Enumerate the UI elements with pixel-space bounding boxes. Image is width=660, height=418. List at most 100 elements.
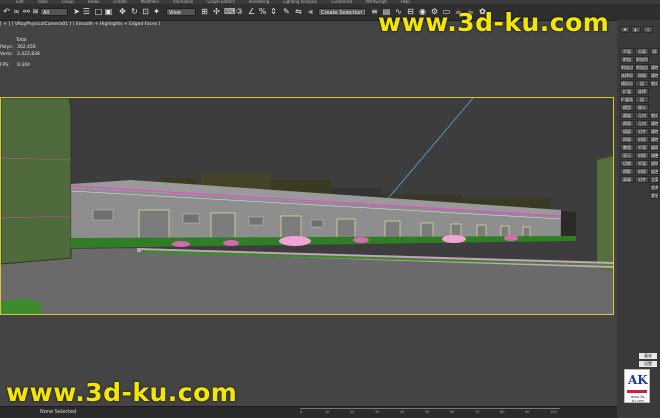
unit-dropdown[interactable]: 毫米 — [639, 353, 657, 359]
ruler-tick-label: 30 — [375, 410, 380, 414]
command-button[interactable]: 附加边 — [635, 64, 649, 71]
command-button[interactable]: 属性 — [650, 128, 659, 135]
named-selection-set-dropdown[interactable]: Create Selection Set — [318, 8, 366, 16]
viewport-label[interactable]: [ + ] [ VRayPhysicalCamera01 ] [ Smooth … — [0, 22, 160, 27]
edit-named-selection-icon[interactable]: ✎ — [282, 7, 291, 16]
command-button[interactable]: 高级 — [620, 176, 634, 183]
link-icon[interactable]: ∞ — [12, 7, 21, 16]
undo-icon[interactable]: ↶ — [2, 7, 11, 16]
reference-coord-dropdown[interactable]: View — [166, 8, 196, 16]
warehouse-door — [476, 224, 487, 238]
unlink-icon[interactable]: ⚯ — [22, 7, 31, 16]
command-button[interactable]: 网格 — [635, 72, 649, 79]
keyboard-shortcut-icon[interactable]: ⌨ — [224, 7, 236, 16]
command-button[interactable]: 平面 — [620, 48, 634, 55]
bind-spacewarp-icon[interactable]: ≋ — [31, 7, 40, 16]
manipulate-icon[interactable]: ✣ — [212, 7, 221, 16]
command-button[interactable]: 显示 — [620, 152, 634, 159]
command-button[interactable]: 倒角 — [620, 120, 634, 127]
polys-value: 302,456 — [17, 45, 36, 50]
warehouse-window — [92, 209, 114, 221]
command-button[interactable]: 其它 — [650, 192, 659, 199]
command-button[interactable]: 超级 — [620, 112, 634, 119]
fps-readout: FPS: 0.304 — [0, 63, 30, 68]
spinner-snap-icon[interactable]: ⇕ — [269, 7, 278, 16]
command-button[interactable]: 几何 — [635, 120, 649, 127]
percent-snap-icon[interactable]: % — [258, 7, 267, 16]
command-button[interactable]: 属性 — [650, 72, 659, 79]
camera-viewport[interactable] — [0, 97, 614, 315]
stats-header: Total — [16, 38, 27, 43]
command-button[interactable]: 组合 — [650, 168, 659, 175]
settings-dropdown[interactable]: 设置 — [639, 361, 657, 367]
command-button[interactable]: 选择/网格 — [620, 72, 634, 79]
ruler-tick-label: 100 — [550, 410, 557, 414]
command-button[interactable]: 材质 — [635, 152, 649, 159]
command-button[interactable]: 精简 — [650, 144, 659, 151]
command-button[interactable]: 分离 — [635, 48, 649, 55]
warehouse-door — [522, 226, 531, 238]
selection-status: None Selected — [40, 409, 77, 415]
command-button[interactable]: 对齐 — [635, 176, 649, 183]
command-button[interactable]: 镜面 — [620, 128, 634, 135]
command-button[interactable]: 模型 — [620, 104, 634, 111]
selection-filter-dropdown[interactable]: All — [40, 8, 68, 16]
command-button[interactable]: 材质 — [635, 168, 649, 175]
command-button[interactable]: 网格 — [620, 136, 634, 143]
rectangular-selection-icon[interactable]: □ — [94, 7, 103, 16]
align-icon[interactable]: ⫷ — [306, 7, 315, 16]
ruler-tick-label: 70 — [475, 410, 480, 414]
command-button[interactable]: 扩展选择 — [620, 96, 634, 103]
command-button[interactable]: 统计 — [635, 104, 649, 111]
command-button[interactable]: 随机分割 — [620, 80, 634, 87]
command-button[interactable]: 扩展 — [620, 88, 634, 95]
select-rotate-icon[interactable]: ↻ — [130, 7, 139, 16]
command-button[interactable]: 细分 — [650, 112, 659, 119]
command-button[interactable]: 附加/边 — [620, 64, 634, 71]
command-button[interactable]: 合并 — [650, 184, 659, 191]
pivot-center-icon[interactable]: ⊞ — [200, 7, 209, 16]
snap-toggle-icon[interactable]: ③ — [235, 7, 244, 16]
modify-tab-icon[interactable]: ◐ — [631, 26, 641, 33]
command-button[interactable]: 选择 — [635, 88, 649, 95]
select-move-icon[interactable]: ✥ — [118, 7, 127, 16]
flower-bush — [442, 235, 466, 243]
command-button[interactable]: 调整 — [650, 152, 659, 159]
select-scale-icon[interactable]: ⊡ — [141, 7, 150, 16]
command-button[interactable]: 附加 — [620, 56, 634, 63]
command-button[interactable]: 细分 — [650, 80, 659, 87]
hierarchy-tab-icon[interactable]: ⌬ — [643, 26, 653, 33]
command-button[interactable]: 阴影 — [620, 168, 634, 175]
command-button[interactable]: 对齐 — [635, 128, 649, 135]
command-button[interactable]: 主菜 — [650, 176, 659, 183]
command-button[interactable]: 切换 — [620, 160, 634, 167]
command-button[interactable]: 网 — [650, 48, 659, 55]
window-crossing-icon[interactable]: ▣ — [104, 7, 113, 16]
select-by-name-icon[interactable]: ☰ — [82, 7, 91, 16]
flower-bush — [223, 240, 239, 246]
warehouse-window — [182, 213, 200, 224]
command-button[interactable]: 属性 — [650, 120, 659, 127]
create-tab-icon[interactable]: ✚ — [620, 26, 630, 33]
warehouse-window — [310, 219, 324, 228]
command-button[interactable]: 整理 — [620, 144, 634, 151]
command-button[interactable]: 透明 — [650, 160, 659, 167]
command-button[interactable]: 组 — [635, 96, 649, 103]
command-button[interactable]: 属性 — [650, 64, 659, 71]
fps-label: FPS: — [0, 63, 10, 68]
timeline-ruler[interactable]: 0 10 20 30 40 50 60 70 80 90 100 — [300, 408, 560, 415]
mirror-icon[interactable]: ⇋ — [294, 7, 303, 16]
command-button[interactable]: 几何 — [635, 112, 649, 119]
select-object-icon[interactable]: ➤ — [72, 7, 81, 16]
place-icon[interactable]: ✦ — [152, 7, 161, 16]
command-button[interactable]: 属性 — [650, 136, 659, 143]
logo-subtitle: www.3d-ku.com — [630, 395, 646, 403]
command-button[interactable]: 附加列表 — [635, 56, 649, 63]
command-button[interactable]: 组 — [635, 80, 649, 87]
command-button[interactable]: 材质 — [635, 136, 649, 143]
command-button[interactable]: 平面 — [635, 160, 649, 167]
ruler-tick-label: 20 — [350, 410, 355, 414]
command-button[interactable]: 平滑 — [635, 144, 649, 151]
angle-snap-icon[interactable]: ∠ — [247, 7, 256, 16]
flower-bush — [172, 241, 190, 247]
